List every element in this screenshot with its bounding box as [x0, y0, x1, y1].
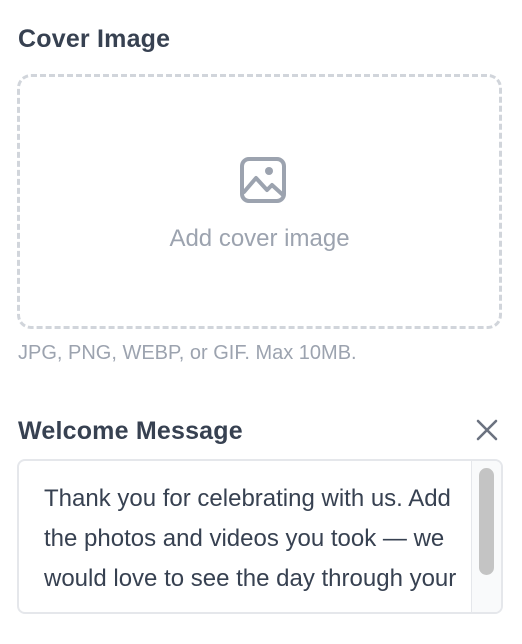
upload-form: Cover Image Add cover image JPG, PNG, WE… — [0, 0, 522, 644]
cover-image-label: Cover Image — [18, 25, 171, 53]
scrollbar-thumb[interactable] — [479, 468, 494, 575]
image-icon — [240, 157, 286, 203]
welcome-message-label: Welcome Message — [18, 417, 243, 445]
welcome-message-textarea[interactable]: Thank you for celebrating with us. Add t… — [17, 459, 503, 614]
dropzone-label: Add cover image — [169, 225, 350, 252]
close-icon[interactable] — [474, 417, 500, 443]
textarea-scrollbar[interactable] — [471, 461, 501, 612]
file-format-hint: JPG, PNG, WEBP, or GIF. Max 10MB. — [18, 342, 357, 364]
welcome-message-text: Thank you for celebrating with us. Add t… — [44, 485, 457, 612]
cover-image-dropzone[interactable]: Add cover image — [17, 74, 502, 329]
